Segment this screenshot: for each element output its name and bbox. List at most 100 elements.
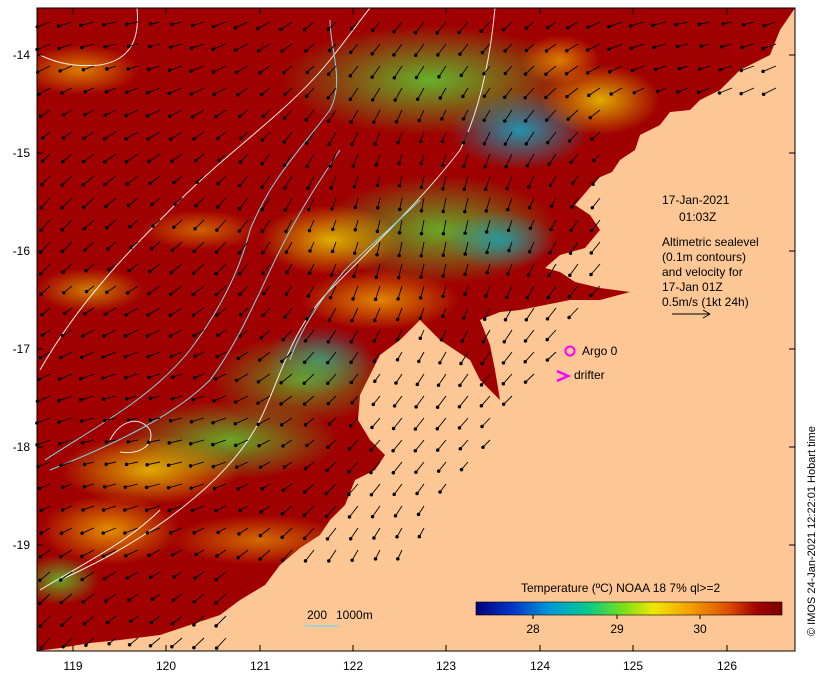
velocity-arrow-head	[324, 491, 329, 496]
velocity-arrow-head	[373, 557, 378, 561]
velocity-arrow-head	[524, 48, 529, 53]
velocity-arrow-head	[126, 203, 131, 208]
velocity-arrow-head	[435, 448, 440, 452]
velocity-arrow-head	[305, 164, 309, 168]
velocity-arrow-head	[395, 317, 400, 322]
velocity-arrow-head	[651, 23, 655, 27]
velocity-arrow-head	[234, 465, 239, 469]
velocity-arrow-head	[57, 441, 62, 446]
velocity-arrow-head	[607, 24, 611, 29]
velocity-arrow-head	[391, 471, 396, 475]
velocity-arrow-head	[303, 559, 308, 563]
colorbar	[475, 601, 783, 616]
velocity-arrow-head	[282, 70, 286, 75]
velocity-arrow-head	[718, 67, 722, 72]
velocity-arrow-head	[396, 297, 400, 301]
velocity-arrow-head	[585, 48, 590, 52]
velocity-arrow-head	[303, 466, 308, 471]
velocity-arrow-head	[101, 554, 106, 558]
velocity-arrow-head	[191, 397, 195, 402]
velocity-arrow-head	[328, 164, 332, 169]
velocity-arrow-head	[193, 576, 197, 580]
velocity-arrow-head	[570, 205, 574, 209]
velocity-arrow-head	[40, 182, 44, 187]
velocity-arrow-head	[370, 98, 375, 102]
velocity-arrow-head	[353, 227, 358, 232]
colorbar-tick-30: 30	[693, 622, 707, 636]
velocity-arrow-head	[503, 71, 508, 76]
velocity-arrow-head	[80, 531, 84, 535]
velocity-arrow-head	[126, 67, 130, 71]
velocity-arrow-head	[371, 28, 375, 33]
velocity-arrow-head	[415, 382, 420, 387]
velocity-arrow-head	[545, 317, 550, 321]
velocity-arrow-head	[146, 440, 151, 445]
velocity-arrow-head	[237, 532, 241, 536]
velocity-arrow-head	[483, 165, 487, 169]
velocity-arrow-head	[216, 333, 220, 338]
velocity-arrow-head	[192, 599, 197, 604]
velocity-arrow-head	[60, 623, 64, 627]
velocity-arrow-head	[84, 643, 88, 647]
velocity-arrow-head	[441, 274, 445, 278]
velocity-arrow-head	[260, 185, 264, 189]
velocity-arrow-head	[463, 209, 467, 214]
velocity-arrow-head	[397, 184, 402, 188]
velocity-arrow-head	[105, 67, 109, 71]
velocity-arrow-head	[189, 486, 193, 490]
velocity-arrow-head	[213, 377, 218, 381]
velocity-arrow-head	[413, 30, 418, 35]
velocity-arrow-head	[568, 273, 572, 278]
velocity-arrow-head	[395, 338, 400, 342]
velocity-arrow-head	[234, 70, 239, 75]
velocity-arrow-head	[285, 270, 289, 275]
velocity-arrow-head	[211, 47, 215, 51]
x-axis-labels: 119 120 121 122 123 124 125 126	[63, 659, 737, 673]
velocity-arrow-head	[238, 183, 242, 188]
velocity-arrow-head	[567, 294, 572, 299]
velocity-arrow-head	[62, 290, 66, 295]
velocity-arrow-head	[284, 250, 289, 254]
velocity-arrow-head	[549, 227, 553, 232]
velocity-arrow-head	[762, 23, 766, 28]
velocity-arrow-head	[261, 313, 265, 318]
velocity-arrow-head	[192, 333, 196, 338]
velocity-arrow-head	[349, 120, 353, 124]
velocity-arrow-head	[237, 229, 242, 233]
velocity-arrow-head	[256, 379, 261, 384]
velocity-arrow-head	[258, 71, 262, 75]
velocity-arrow-head	[61, 159, 65, 164]
velocity-arrow-head	[347, 515, 352, 519]
velocity-arrow-head	[527, 250, 532, 254]
velocity-arrow-head	[609, 92, 613, 96]
velocity-arrow-head	[215, 554, 219, 558]
velocity-arrow-head	[216, 530, 220, 535]
velocity-arrow-head	[283, 92, 287, 97]
velocity-arrow-head	[397, 253, 401, 258]
velocity-arrow-head	[524, 26, 529, 30]
velocity-arrow-head	[370, 75, 374, 79]
velocity-arrow-head	[349, 380, 354, 385]
velocity-arrow-head	[740, 45, 744, 50]
velocity-arrow-head	[280, 359, 284, 364]
velocity-arrow-head	[170, 375, 175, 379]
velocity-arrow-head	[458, 447, 463, 451]
velocity-arrow-head	[370, 425, 374, 430]
velocity-arrow-head	[81, 205, 86, 210]
velocity-arrow-head	[39, 292, 43, 297]
velocity-arrow-head	[39, 646, 43, 650]
velocity-arrow-head	[81, 334, 85, 338]
velocity-arrow-head	[350, 142, 354, 147]
velocity-arrow-head	[170, 159, 174, 163]
velocity-arrow-head	[80, 577, 84, 582]
velocity-arrow-head	[462, 187, 467, 192]
velocity-arrow-head	[280, 512, 285, 516]
velocity-arrow-head	[369, 448, 373, 452]
velocity-arrow-head	[414, 470, 418, 474]
velocity-arrow-head	[440, 139, 445, 144]
velocity-arrow-head	[523, 359, 527, 364]
velocity-arrow-head	[281, 488, 286, 493]
velocity-arrow-head	[192, 249, 196, 254]
velocity-arrow-head	[565, 94, 569, 99]
velocity-arrow-head	[526, 185, 531, 189]
